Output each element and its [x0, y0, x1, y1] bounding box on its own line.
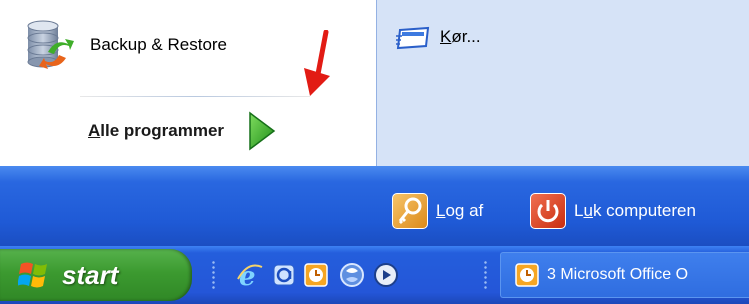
start-label: start — [62, 259, 119, 290]
logoff-button[interactable]: Log af — [392, 191, 483, 231]
backup-restore-icon — [22, 18, 76, 72]
start-menu: Backup & Restore Alle programmer Kør... … — [0, 0, 749, 304]
clock-icon[interactable] — [302, 261, 330, 289]
outlook-express-icon[interactable] — [270, 261, 298, 289]
shutdown-label: Luk computeren — [574, 201, 696, 220]
clock-icon — [515, 263, 539, 287]
taskbar-item-label: 3 Microsoft Office O — [547, 266, 689, 283]
taskbar: start e 3 Microsoft Office O — [0, 246, 749, 304]
run-icon — [396, 26, 430, 50]
program-label: Backup & Restore — [90, 35, 228, 54]
start-button[interactable]: start — [0, 249, 192, 301]
logoff-label: Log af — [436, 201, 484, 220]
shutdown-button[interactable]: Luk computeren — [530, 191, 696, 231]
red-arrow-icon — [304, 30, 330, 96]
all-programs-button[interactable]: Alle programmer — [88, 106, 278, 156]
run-label: Kør... — [440, 27, 481, 46]
start-menu-footer: Log af Luk computeren — [0, 166, 749, 246]
green-arrow-icon — [249, 111, 276, 151]
media-player-icon[interactable] — [338, 261, 366, 289]
windows-logo-icon — [18, 262, 47, 288]
run-command[interactable]: Kør... — [396, 24, 481, 50]
programs-panel: Backup & Restore Alle programmer — [0, 0, 376, 166]
key-icon — [392, 193, 428, 229]
internet-explorer-icon[interactable]: e — [236, 261, 264, 289]
quicklaunch-grip[interactable] — [212, 260, 215, 290]
program-backup-restore[interactable]: Backup & Restore — [22, 18, 322, 72]
quicktime-icon[interactable] — [372, 261, 400, 289]
power-icon — [530, 193, 566, 229]
taskbar-separator — [484, 260, 487, 290]
taskbar-item-microsoft-office[interactable]: 3 Microsoft Office O — [500, 252, 749, 298]
all-programs-label: Alle programmer — [88, 121, 225, 140]
menu-separator — [80, 96, 310, 97]
